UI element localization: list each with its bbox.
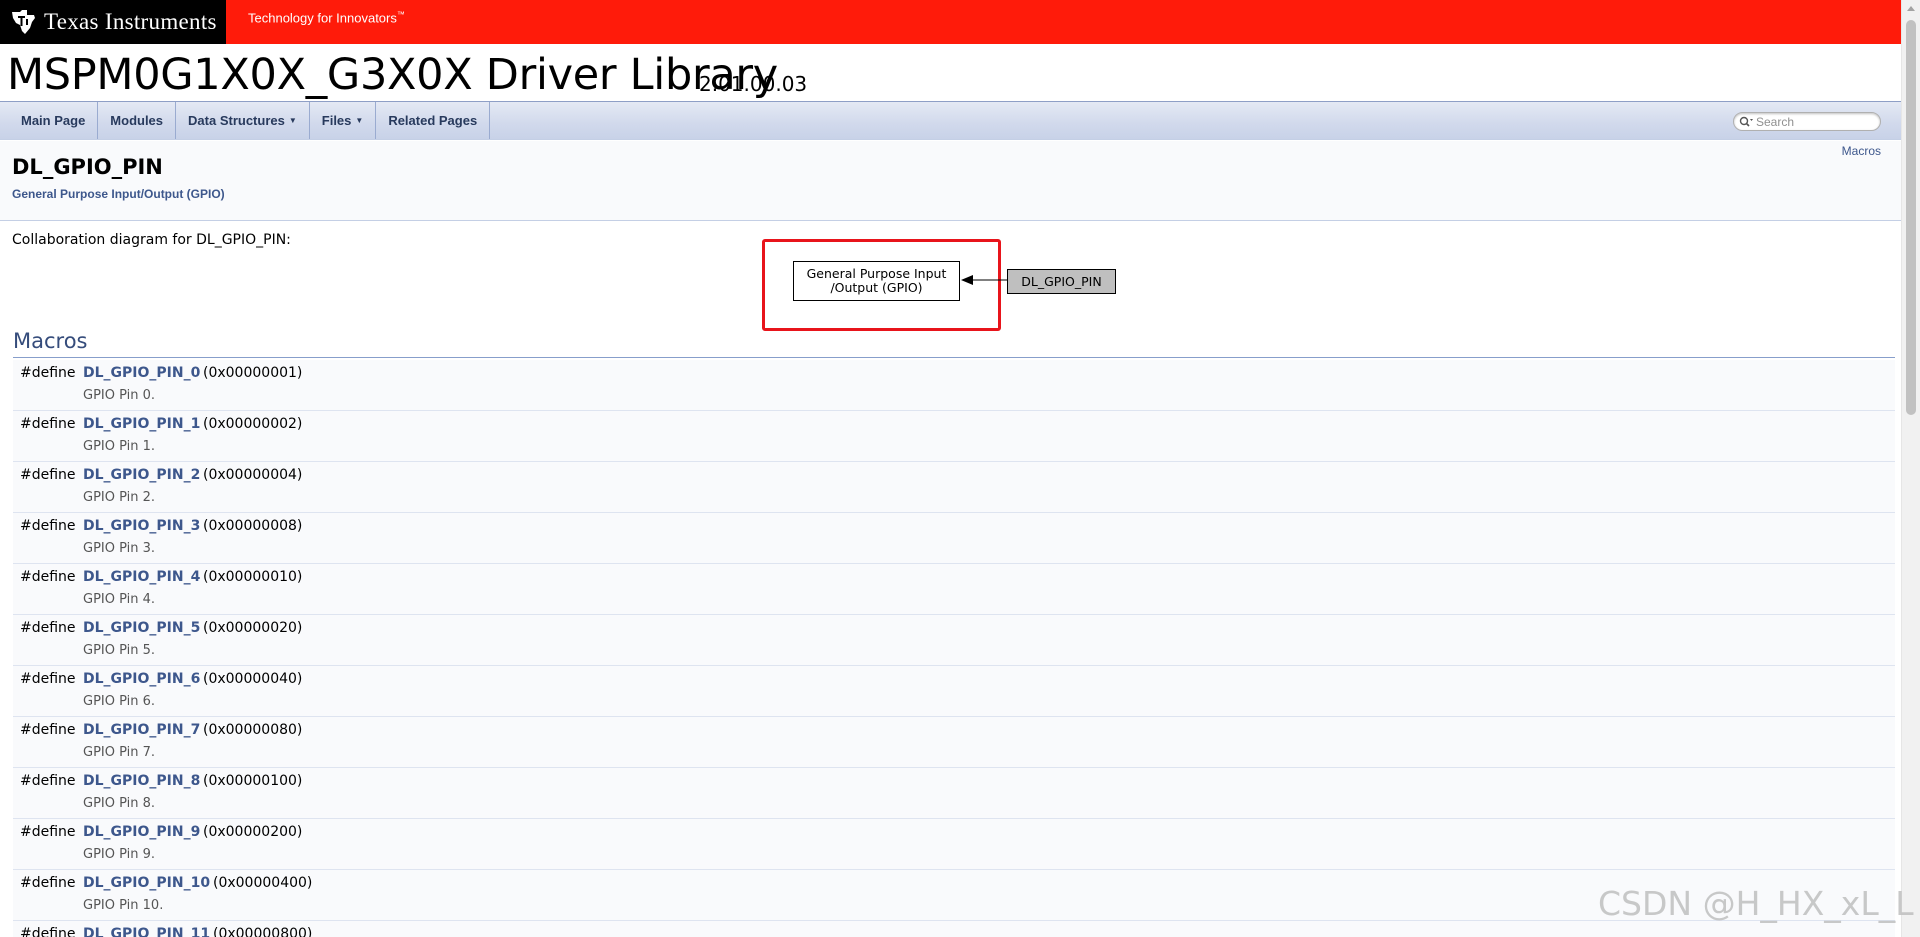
nav-data-structures[interactable]: Data Structures ▼ (176, 102, 310, 139)
search-box[interactable] (1733, 112, 1881, 131)
macro-description: GPIO Pin 10. (83, 898, 164, 913)
define-keyword: #define (20, 569, 76, 585)
page-title: DL_GPIO_PIN (12, 155, 163, 179)
list-item: #define DL_GPIO_PIN_6 (0x00000040) GPIO … (13, 666, 1895, 717)
macro-link[interactable]: DL_GPIO_PIN_7 (83, 722, 200, 738)
ti-state-icon (12, 10, 35, 34)
macro-link[interactable]: DL_GPIO_PIN_2 (83, 467, 200, 483)
page-scrollbar[interactable] (1901, 0, 1920, 937)
diagram-node-gpio-group[interactable]: General Purpose Input /Output (GPIO) (793, 261, 960, 301)
define-keyword: #define (20, 518, 76, 534)
main-nav: Main Page Modules Data Structures ▼ Files… (0, 101, 1901, 140)
list-item: #define DL_GPIO_PIN_2 (0x00000004) GPIO … (13, 462, 1895, 513)
list-item: #define DL_GPIO_PIN_9 (0x00000200) GPIO … (13, 819, 1895, 870)
list-item: #define DL_GPIO_PIN_4 (0x00000010) GPIO … (13, 564, 1895, 615)
list-item: #define DL_GPIO_PIN_1 (0x00000002) GPIO … (13, 411, 1895, 462)
macro-description: GPIO Pin 1. (83, 439, 156, 454)
macro-link[interactable]: DL_GPIO_PIN_9 (83, 824, 200, 840)
macro-value: (0x00000100) (203, 773, 303, 789)
ti-wordmark: Texas Instruments (44, 9, 217, 34)
list-item: #define DL_GPIO_PIN_5 (0x00000020) GPIO … (13, 615, 1895, 666)
watermark: CSDN @H_HX_xL_L (1598, 884, 1914, 923)
macro-description: GPIO Pin 4. (83, 592, 156, 607)
macro-value: (0x00000040) (203, 671, 303, 687)
scrollbar-thumb[interactable] (1906, 20, 1916, 415)
brand-bar: Texas Instruments Technology for Innovat… (0, 0, 1901, 44)
define-keyword: #define (20, 467, 76, 483)
macro-value: (0x00000800) (213, 926, 313, 937)
scroll-up-icon[interactable] (1907, 6, 1915, 11)
macro-value: (0x00000008) (203, 518, 303, 534)
list-item: #define DL_GPIO_PIN_0 (0x00000001) GPIO … (13, 360, 1895, 411)
nav-main-page[interactable]: Main Page (9, 102, 99, 139)
chevron-down-icon: ▼ (288, 116, 297, 125)
tagline: Technology for Innovators™ (248, 10, 405, 26)
chevron-down-icon: ▼ (355, 116, 364, 125)
macro-description: GPIO Pin 8. (83, 796, 156, 811)
nav-modules[interactable]: Modules (98, 102, 177, 139)
macro-value: (0x00000001) (203, 365, 303, 381)
define-keyword: #define (20, 722, 76, 738)
define-keyword: #define (20, 416, 76, 432)
define-keyword: #define (20, 824, 76, 840)
macro-link[interactable]: DL_GPIO_PIN_1 (83, 416, 200, 432)
summary-link-macros[interactable]: Macros (1842, 144, 1881, 158)
define-keyword: #define (20, 926, 76, 937)
define-keyword: #define (20, 365, 76, 381)
search-icon[interactable] (1738, 115, 1756, 128)
list-item: #define DL_GPIO_PIN_7 (0x00000080) GPIO … (13, 717, 1895, 768)
macro-description: GPIO Pin 6. (83, 694, 156, 709)
macro-link[interactable]: DL_GPIO_PIN_10 (83, 875, 210, 891)
macro-link[interactable]: DL_GPIO_PIN_6 (83, 671, 200, 687)
diagram-edge-arrow (961, 275, 1008, 285)
list-item: #define DL_GPIO_PIN_3 (0x00000008) GPIO … (13, 513, 1895, 564)
macro-link[interactable]: DL_GPIO_PIN_11 (83, 926, 210, 937)
list-item: #define DL_GPIO_PIN_8 (0x00000100) GPIO … (13, 768, 1895, 819)
ingroups-link[interactable]: General Purpose Input/Output (GPIO) (12, 187, 225, 201)
page-header: Macros DL_GPIO_PIN General Purpose Input… (0, 141, 1901, 221)
macro-value: (0x00000010) (203, 569, 303, 585)
macro-value: (0x00000020) (203, 620, 303, 636)
list-item: #define DL_GPIO_PIN_11 (0x00000800) (13, 921, 1895, 937)
macro-description: GPIO Pin 5. (83, 643, 156, 658)
macro-description: GPIO Pin 2. (83, 490, 156, 505)
ti-logo[interactable]: Texas Instruments (0, 0, 226, 44)
macro-value: (0x00000080) (203, 722, 303, 738)
macro-link[interactable]: DL_GPIO_PIN_8 (83, 773, 200, 789)
project-number: 2.01.00.03 (699, 72, 808, 96)
macro-value: (0x00000004) (203, 467, 303, 483)
macros-heading: Macros (13, 327, 1895, 358)
define-keyword: #define (20, 620, 76, 636)
macro-value: (0x00000400) (213, 875, 313, 891)
diagram-node-self: DL_GPIO_PIN (1007, 269, 1116, 294)
macro-link[interactable]: DL_GPIO_PIN_3 (83, 518, 200, 534)
macro-link[interactable]: DL_GPIO_PIN_5 (83, 620, 200, 636)
define-keyword: #define (20, 875, 76, 891)
macro-description: GPIO Pin 9. (83, 847, 156, 862)
macro-value: (0x00000002) (203, 416, 303, 432)
project-name: MSPM0G1X0X_G3X0X Driver Library (7, 50, 778, 100)
search-input[interactable] (1756, 114, 1874, 129)
macro-link[interactable]: DL_GPIO_PIN_4 (83, 569, 200, 585)
define-keyword: #define (20, 773, 76, 789)
macro-value: (0x00000200) (203, 824, 303, 840)
macro-list: #define DL_GPIO_PIN_0 (0x00000001) GPIO … (13, 360, 1895, 937)
macro-description: GPIO Pin 3. (83, 541, 156, 556)
nav-related-pages[interactable]: Related Pages (376, 102, 491, 139)
macro-link[interactable]: DL_GPIO_PIN_0 (83, 365, 200, 381)
macro-description: GPIO Pin 7. (83, 745, 156, 760)
collab-diagram-label: Collaboration diagram for DL_GPIO_PIN: (12, 232, 291, 248)
macro-description: GPIO Pin 0. (83, 388, 156, 403)
nav-files[interactable]: Files ▼ (310, 102, 377, 139)
define-keyword: #define (20, 671, 76, 687)
